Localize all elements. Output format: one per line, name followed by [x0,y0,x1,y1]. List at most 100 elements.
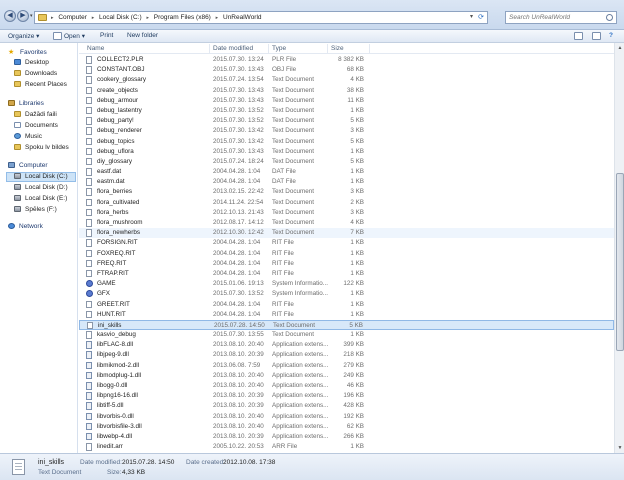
file-row[interactable]: libmikmod-2.dll 2013.06.08. 7:59 Applicati… [79,361,614,371]
file-row[interactable]: libvorbis-0.dll 2013.08.10. 20:40 Applicat… [79,412,614,422]
view-options-icon[interactable] [574,32,583,40]
file-row[interactable]: diy_glossary 2015.07.24. 18:24 Text Docume… [79,157,614,167]
file-name: eastm.dat [97,178,125,186]
file-row[interactable]: COLLECT2.PLR 2015.07.30. 13:24 PLR File 8 3… [79,55,614,65]
file-row[interactable]: FOXREQ.RIT 2004.04.28. 1:04 RIT File 1 KB [79,249,614,259]
address-box[interactable]: ▸ Computer ▸ Local Disk (C:) ▸ Program F… [34,11,488,24]
file-row[interactable]: debug_party! 2015.07.30. 13:52 Text Docume… [79,116,614,126]
nav-disk-e[interactable]: Local Disk (E:) [14,195,67,202]
file-row[interactable]: libjpeg-9.dll 2013.08.10. 20:39 Applicatio… [79,350,614,360]
search-icon[interactable] [606,14,613,21]
file-type: Text Document [272,229,314,237]
file-row[interactable]: HUNT.RIT 2004.04.28. 1:04 RIT File 1 KB [79,310,614,320]
file-row[interactable]: debug_topics 2015.07.30. 13:42 Text Docume… [79,137,614,147]
file-row[interactable]: libFLAC-8.dll 2013.08.10. 20:40 Applicatio… [79,340,614,350]
file-type: DAT File [272,168,296,176]
file-row[interactable]: libwebp-4.dll 2013.08.10. 20:39 Applicatio… [79,432,614,442]
back-button[interactable]: ◀ [4,10,16,22]
nav-downloads[interactable]: Downloads [14,70,57,77]
print-button[interactable]: Print [100,32,113,39]
file-row[interactable]: FREQ.RIT 2004.04.28. 1:04 RIT File 1 KB [79,259,614,269]
file-row[interactable]: create_objects 2015.07.30. 13:43 Text Docu… [79,86,614,96]
column-type[interactable]: Type [272,45,286,52]
scroll-down-icon[interactable]: ▼ [616,444,624,452]
file-row[interactable]: flora_herbs 2012.10.13. 21:43 Text Documen… [79,208,614,218]
breadcrumb-item[interactable]: Local Disk (C:) [99,14,142,21]
file-row[interactable]: GAME 2015.01.06. 19:13 System Informatio..… [79,279,614,289]
file-row[interactable]: libtiff-5.dll 2013.08.10. 20:39 Applicatio… [79,401,614,411]
open-button[interactable]: Open ▾ [64,32,85,40]
nav-libraries[interactable]: Libraries [8,100,44,107]
file-row[interactable]: flora_berries 2013.02.15. 22:42 Text Docum… [79,187,614,197]
file-type: PLR File [272,56,297,63]
file-row[interactable]: ini_skills 2015.07.28. 14:50 Text Document… [79,319,614,331]
nav-documents[interactable]: Documents [14,122,58,129]
file-row[interactable]: FORSIGN.RIT 2004.04.28. 1:04 RIT File 1 KB [79,238,614,248]
vertical-scrollbar[interactable]: ▲ ▼ [614,43,624,453]
file-list: Name Date modified Type Size COLLECT2.PL… [79,43,614,453]
file-row[interactable]: libogg-0.dll 2013.08.10. 20:40 Application… [79,381,614,391]
scroll-thumb[interactable] [616,173,624,351]
nav-disk-c[interactable]: Local Disk (C:) [6,172,76,182]
file-row[interactable]: GFX 2015.07.30. 13:52 System Informatio...… [79,289,614,299]
file-date: 2004.04.28. 1:04 [213,239,261,247]
nav-music[interactable]: Music [14,133,42,140]
file-row[interactable]: cookery_glossary 2015.07.24. 13:54 Text Do… [79,75,614,85]
file-row[interactable]: flora_mushroom 2012.08.17. 14:12 Text Docu… [79,218,614,228]
file-icon [86,56,92,64]
new-folder-button[interactable]: New folder [127,32,158,39]
file-date: 2015.07.30. 13:42 [213,127,264,135]
file-type: Text Document [272,127,314,135]
file-row[interactable]: libmodplug-1.dll 2013.08.10. 20:40 Applica… [79,371,614,381]
file-row[interactable]: libvorbisfile-3.dll 2013.08.10. 20:40 Appl… [79,422,614,432]
file-size: 399 KB [343,341,364,349]
nav-recent-places[interactable]: Recent Places [14,81,67,88]
file-row[interactable]: eastf.dat 2004.04.28. 1:04 DAT File 1 KB [79,167,614,177]
help-icon[interactable]: ? [609,32,613,39]
nav-network[interactable]: Network [8,223,43,230]
open-icon [53,32,62,40]
nav-disk-f[interactable]: Spēles (F:) [14,206,57,213]
breadcrumb-item[interactable]: Program Files (x86) [154,14,211,21]
file-row[interactable]: GREET.RIT 2004.04.28. 1:04 RIT File 1 KB [79,300,614,310]
file-type: Text Document [272,86,314,94]
file-row[interactable]: linedit.arr 2005.10.22. 20:53 ARR File 1 KB [79,442,614,452]
file-row[interactable]: flora_newherbs 2012.10.30. 12:42 Text Docu… [79,228,614,239]
recent-pages-dropdown[interactable]: ▾ [30,13,33,19]
address-dropdown-icon[interactable]: ▾ [470,13,473,20]
column-date-modified[interactable]: Date modified [213,45,253,52]
preview-pane-icon[interactable] [592,32,601,40]
breadcrumb-item[interactable]: Computer [58,14,87,21]
file-row[interactable]: debug_lastentry 2015.07.30. 13:52 Text Doc… [79,106,614,116]
file-row[interactable]: CONSTANT.OBJ 2015.07.30. 13:43 OBJ File 68 … [79,65,614,75]
file-row[interactable]: kasvio_debug 2015.07.30. 13:55 Text Docume… [79,330,614,340]
refresh-icon[interactable]: ⟳ [478,13,484,21]
column-size[interactable]: Size [331,45,344,52]
file-type: Text Document [272,76,314,84]
file-row[interactable]: eastm.dat 2004.04.28. 1:04 DAT File 1 KB [79,177,614,187]
scroll-up-icon[interactable]: ▲ [616,44,624,52]
file-date: 2015.07.30. 13:52 [213,290,264,298]
file-name: libFLAC-8.dll [97,341,134,349]
nav-computer[interactable]: Computer [8,162,48,169]
file-row[interactable]: debug_armour 2015.07.30. 13:43 Text Docume… [79,96,614,106]
forward-button[interactable]: ▶ [17,10,29,22]
nav-spoku[interactable]: Spoku lv bildes [14,144,69,151]
file-row[interactable]: libpng16-16.dll 2013.08.10. 20:39 Applicat… [79,391,614,401]
file-size: 1 KB [350,147,364,155]
breadcrumb-item[interactable]: UnRealWorld [223,14,262,21]
address-bar: ◀ ▶ ▾ ▸ Computer ▸ Local Disk (C:) ▸ Pro… [0,0,624,30]
file-row[interactable]: flora_cultivated 2014.11.24. 22:54 Text Do… [79,198,614,208]
file-row[interactable]: debug_uflora 2015.07.30. 13:43 Text Docume… [79,147,614,157]
search-input[interactable] [506,12,601,23]
organize-button[interactable]: Organize ▾ [8,32,39,40]
column-name[interactable]: Name [87,45,104,52]
nav-disk-d[interactable]: Local Disk (D:) [14,184,68,191]
details-file-name: ini_skills [38,459,65,466]
nav-desktop[interactable]: Desktop [14,59,49,66]
nav-lib-misc[interactable]: Dažādi faili [14,111,57,118]
file-row[interactable]: FTRAP.RIT 2004.04.28. 1:04 RIT File 1 KB [79,269,614,279]
file-name: libwebp-4.dll [97,432,133,440]
file-row[interactable]: debug_renderer 2015.07.30. 13:42 Text Docu… [79,126,614,136]
nav-favorites[interactable]: ★ Favorites [8,48,47,56]
